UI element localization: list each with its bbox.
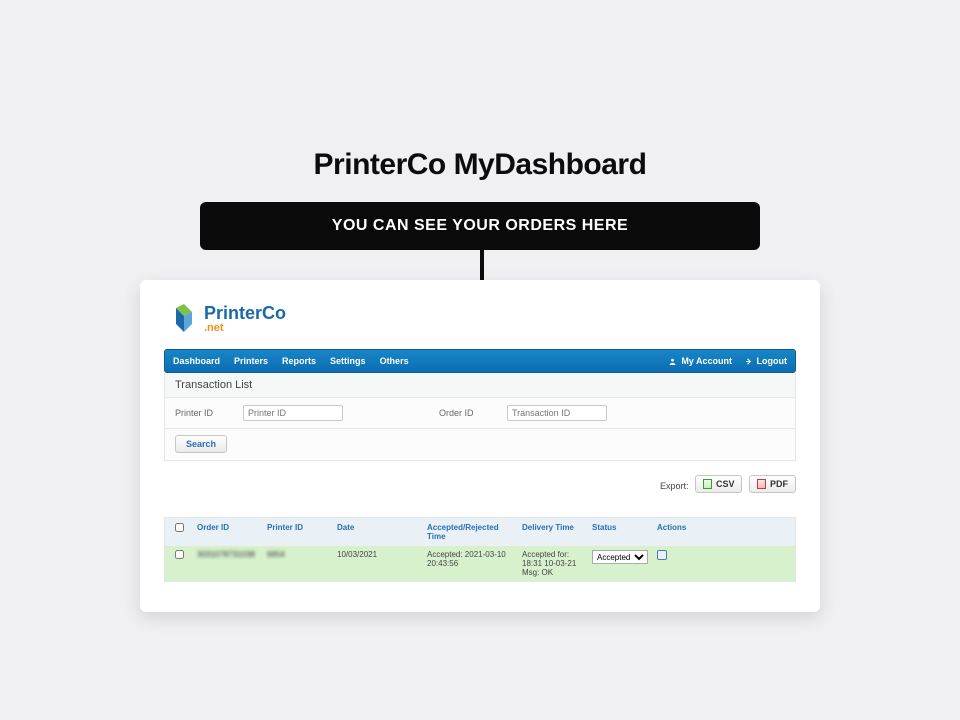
logo-brand: PrinterCo [204, 303, 286, 324]
callout-text: YOU CAN SEE YOUR ORDERS HERE [332, 217, 628, 235]
nav-settings[interactable]: Settings [330, 356, 366, 366]
logo: PrinterCo .net [164, 298, 796, 349]
accepted-line-2: 20:43:56 [427, 559, 514, 568]
nav-my-account[interactable]: My Account [669, 356, 732, 366]
logout-icon [744, 358, 751, 365]
export-csv-label: CSV [716, 479, 735, 489]
nav-printers[interactable]: Printers [234, 356, 268, 366]
printer-id-label: Printer ID [175, 408, 225, 418]
transactions-table: Order ID Printer ID Date Accepted/Reject… [164, 517, 796, 582]
printer-id-input[interactable] [243, 405, 343, 421]
export-label: Export: [660, 481, 689, 491]
col-status[interactable]: Status [588, 518, 653, 546]
export-csv-button[interactable]: CSV [695, 475, 743, 493]
logout-label: Logout [757, 356, 788, 366]
export-pdf-button[interactable]: PDF [749, 475, 796, 493]
cell-accepted: Accepted: 2021-03-10 20:43:56 [423, 546, 518, 581]
order-id-label: Order ID [439, 408, 489, 418]
cell-delivery: Accepted for: 18:31 10-03-21 Msg: OK [518, 546, 588, 581]
action-button[interactable] [657, 550, 667, 560]
col-order-id[interactable]: Order ID [193, 518, 263, 546]
nav-logout[interactable]: Logout [744, 356, 787, 366]
col-actions[interactable]: Actions [653, 518, 698, 546]
pdf-icon [757, 479, 766, 489]
nav-reports[interactable]: Reports [282, 356, 316, 366]
cell-printer-id: 6654 [263, 546, 333, 581]
search-button[interactable]: Search [175, 435, 227, 453]
navbar: Dashboard Printers Reports Settings Othe… [164, 349, 796, 373]
select-all-checkbox[interactable] [175, 523, 184, 532]
table-header-row: Order ID Printer ID Date Accepted/Reject… [165, 518, 795, 546]
cell-actions [653, 546, 698, 581]
my-account-label: My Account [681, 356, 732, 366]
col-delivery[interactable]: Delivery Time [518, 518, 588, 546]
user-icon [669, 358, 676, 365]
col-date[interactable]: Date [333, 518, 423, 546]
order-id-input[interactable] [507, 405, 607, 421]
col-printer-id[interactable]: Printer ID [263, 518, 333, 546]
table-row: 3031078731038 6654 10/03/2021 Accepted: … [165, 546, 795, 581]
accepted-line-1: Accepted: 2021-03-10 [427, 550, 514, 559]
delivery-line-2: Msg: OK [522, 568, 584, 577]
col-accepted-rejected[interactable]: Accepted/Rejected Time [423, 518, 518, 546]
nav-dashboard[interactable]: Dashboard [173, 356, 220, 366]
export-row: Export: CSV PDF [164, 461, 796, 499]
delivery-line-1: Accepted for: 18:31 10-03-21 [522, 550, 584, 568]
page-title: PrinterCo MyDashboard [0, 148, 960, 182]
row-checkbox[interactable] [175, 550, 184, 559]
callout-bar: YOU CAN SEE YOUR ORDERS HERE [200, 202, 760, 250]
filter-row: Printer ID Order ID [164, 398, 796, 429]
dashboard-card: PrinterCo .net Dashboard Printers Report… [140, 280, 820, 612]
cell-date: 10/03/2021 [333, 546, 423, 581]
csv-icon [703, 479, 712, 489]
logo-mark-icon [170, 302, 198, 334]
nav-others[interactable]: Others [380, 356, 409, 366]
export-pdf-label: PDF [770, 479, 788, 489]
status-select[interactable]: Accepted [592, 550, 648, 564]
section-title: Transaction List [164, 373, 796, 398]
cell-status: Accepted [588, 546, 653, 581]
cell-order-id: 3031078731038 [193, 546, 263, 581]
